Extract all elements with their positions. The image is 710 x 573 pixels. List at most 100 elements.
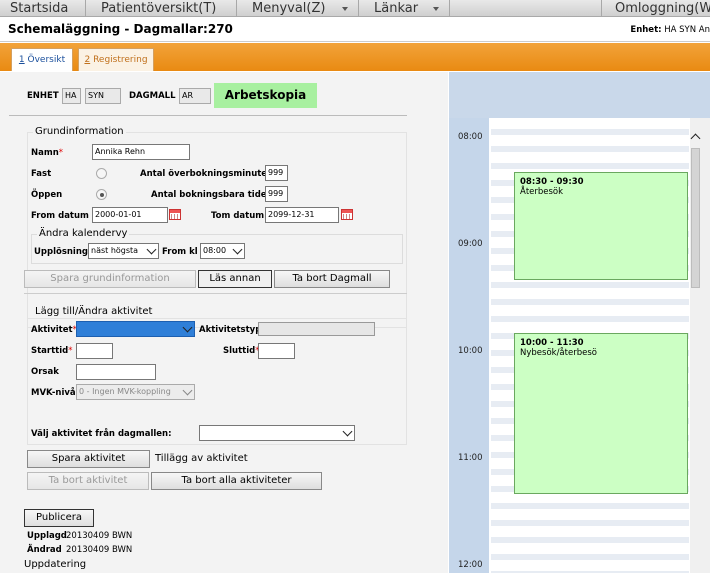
from-kl-value: 08:00 bbox=[203, 246, 227, 255]
publicera-button[interactable]: Publicera bbox=[24, 509, 94, 527]
valj-aktivitet-select[interactable] bbox=[199, 425, 355, 441]
time-label: 11:00 bbox=[458, 453, 483, 463]
chevron-down-icon bbox=[182, 322, 193, 333]
menu-separator bbox=[85, 0, 86, 17]
ta-bort-alla-aktiviteter-button[interactable]: Ta bort alla aktiviteter bbox=[151, 472, 322, 490]
time-label: 09:00 bbox=[458, 239, 483, 249]
appointment-name: Nybesök/återbesö bbox=[520, 348, 597, 358]
upplosning-select[interactable]: näst högsta bbox=[88, 243, 159, 259]
upplagd-value: 20130409 BWN bbox=[66, 531, 133, 541]
orsak-field[interactable] bbox=[76, 364, 156, 380]
mvk-value: 0 - Ingen MVK-koppling bbox=[79, 387, 171, 396]
aktivitet-section-title: Lägg till/Ändra aktivitet bbox=[33, 306, 155, 317]
required-marker: * bbox=[58, 148, 64, 158]
appointment[interactable]: 08:30 - 09:30 Återbesök bbox=[514, 172, 688, 280]
enhet-code1-field: HA bbox=[62, 88, 81, 104]
menu-startsida[interactable]: Startsida bbox=[10, 1, 68, 16]
upplagd-label: Upplagd bbox=[27, 531, 67, 541]
andrad-label: Ändrad bbox=[27, 545, 62, 555]
scroll-thumb[interactable] bbox=[691, 148, 700, 288]
unit-value: HA SYN An bbox=[664, 25, 710, 35]
tab-label: Registrering bbox=[93, 55, 148, 65]
unit-info: Enhet: HA SYN An bbox=[630, 25, 710, 35]
ta-bort-aktivitet-button[interactable]: Ta bort aktivitet bbox=[27, 472, 149, 490]
aktivitet-label: Aktivitet* bbox=[31, 325, 77, 335]
spara-aktivitet-button[interactable]: Spara aktivitet bbox=[27, 450, 150, 468]
starttid-label-text: Starttid bbox=[31, 346, 69, 356]
bokningsbara-label: Antal bokningsbara tider bbox=[151, 190, 271, 200]
tom-datum-field[interactable]: 2099-12-31 bbox=[265, 207, 339, 223]
calendar-icon[interactable] bbox=[341, 209, 353, 220]
dagmall-label: DAGMALL bbox=[129, 91, 176, 101]
namn-field[interactable]: Annika Rehn bbox=[92, 144, 190, 160]
chevron-down-icon bbox=[232, 244, 243, 255]
chevron-down-icon bbox=[182, 385, 193, 396]
starttid-label: Starttid* bbox=[31, 346, 73, 356]
kalendervy-title: Ändra kalendervy bbox=[37, 228, 130, 239]
menu-separator bbox=[236, 0, 237, 17]
appointment-time: 10:00 - 11:30 bbox=[520, 338, 584, 348]
menu-lankar[interactable]: Länkar bbox=[374, 1, 418, 16]
from-kl-label: From kl bbox=[162, 247, 198, 257]
valj-aktivitet-label: Välj aktivitet från dagmallen: bbox=[31, 429, 172, 439]
chevron-down-icon[interactable] bbox=[342, 7, 348, 11]
upplosning-label: Upplösning bbox=[34, 247, 88, 257]
tab-oversikt[interactable]: 1 Översikt bbox=[11, 48, 73, 71]
aktivitet-select[interactable] bbox=[76, 321, 195, 337]
sluttid-field[interactable] bbox=[258, 343, 295, 359]
scroll-up-icon[interactable] bbox=[691, 132, 700, 140]
oppen-label: Öppen bbox=[31, 190, 63, 200]
day-column[interactable]: 08:30 - 09:30 Återbesök 10:00 - 11:30 Ny… bbox=[491, 118, 689, 573]
upplosning-value: näst högsta bbox=[91, 246, 139, 255]
sluttid-label: Sluttid* bbox=[223, 346, 259, 356]
mvk-label: MVK-nivå bbox=[31, 388, 76, 398]
dagmall-field: AR bbox=[179, 88, 211, 104]
bokningsbara-field[interactable]: 999 bbox=[265, 186, 288, 202]
from-datum-field[interactable]: 2000-01-01 bbox=[92, 207, 168, 223]
tab-registrering[interactable]: 2 Registrering bbox=[78, 48, 154, 71]
starttid-field[interactable] bbox=[76, 343, 113, 359]
title-bar: Schemaläggning - Dagmallar:270 Enhet: HA… bbox=[0, 18, 710, 42]
from-kl-select[interactable]: 08:00 bbox=[200, 243, 245, 259]
orsak-label: Orsak bbox=[31, 367, 59, 377]
from-datum-label: From datum bbox=[31, 211, 89, 221]
tillagg-text: Tillägg av aktivitet bbox=[155, 453, 248, 464]
day-calendar: 08:00 09:00 10:00 11:00 12:00 08:30 - 09… bbox=[449, 72, 710, 573]
calendar-icon[interactable] bbox=[169, 209, 181, 220]
form-panel: ENHET HA SYN DAGMALL AR Arbetskopia Grun… bbox=[0, 72, 448, 573]
appointment-name: Återbesök bbox=[520, 187, 564, 197]
oppen-radio[interactable] bbox=[96, 189, 107, 200]
namn-label: Namn* bbox=[31, 148, 63, 158]
appointment[interactable]: 10:00 - 11:30 Nybesök/återbesö bbox=[514, 333, 688, 494]
ta-bort-dagmall-button[interactable]: Ta bort Dagmall bbox=[274, 270, 390, 288]
menu-separator bbox=[358, 0, 359, 17]
aktivitet-label-text: Aktivitet bbox=[31, 325, 73, 335]
page-title: Schemaläggning - Dagmallar:270 bbox=[8, 22, 233, 36]
namn-label-text: Namn bbox=[31, 148, 59, 158]
las-annan-button[interactable]: Läs annan bbox=[198, 270, 272, 288]
overbokning-label: Antal överbokningsminuter bbox=[140, 169, 272, 179]
grundinformation-title: Grundinformation bbox=[33, 126, 126, 137]
chevron-down-icon[interactable] bbox=[433, 7, 439, 11]
spara-grundinformation-button[interactable]: Spara grundinformation bbox=[24, 270, 196, 288]
chevron-down-icon bbox=[342, 426, 353, 437]
fast-label: Fast bbox=[31, 169, 52, 179]
time-column: 08:00 09:00 10:00 11:00 12:00 bbox=[449, 118, 489, 573]
menu-omloggning[interactable]: Omloggning(W bbox=[615, 1, 710, 16]
divider bbox=[9, 115, 407, 116]
calendar-scrollbar[interactable] bbox=[690, 118, 710, 573]
time-label: 08:00 bbox=[458, 132, 483, 142]
fast-radio[interactable] bbox=[96, 168, 107, 179]
aktivitetstyp-label: Aktivitetstyp bbox=[199, 325, 262, 335]
menu-patientoversikt[interactable]: Patientöversikt(T) bbox=[101, 1, 216, 16]
menu-menyval[interactable]: Menyval(Z) bbox=[252, 1, 325, 16]
unit-label: Enhet: bbox=[630, 25, 662, 35]
enhet-label: ENHET bbox=[27, 91, 59, 101]
andrad-value: 20130409 BWN bbox=[66, 545, 133, 555]
mvk-select[interactable]: 0 - Ingen MVK-koppling bbox=[76, 384, 195, 400]
time-label: 12:00 bbox=[458, 560, 483, 570]
overbokning-field[interactable]: 999 bbox=[265, 165, 288, 181]
chevron-down-icon bbox=[146, 244, 157, 255]
tab-label: Översikt bbox=[27, 55, 66, 65]
menu-separator bbox=[601, 0, 602, 17]
